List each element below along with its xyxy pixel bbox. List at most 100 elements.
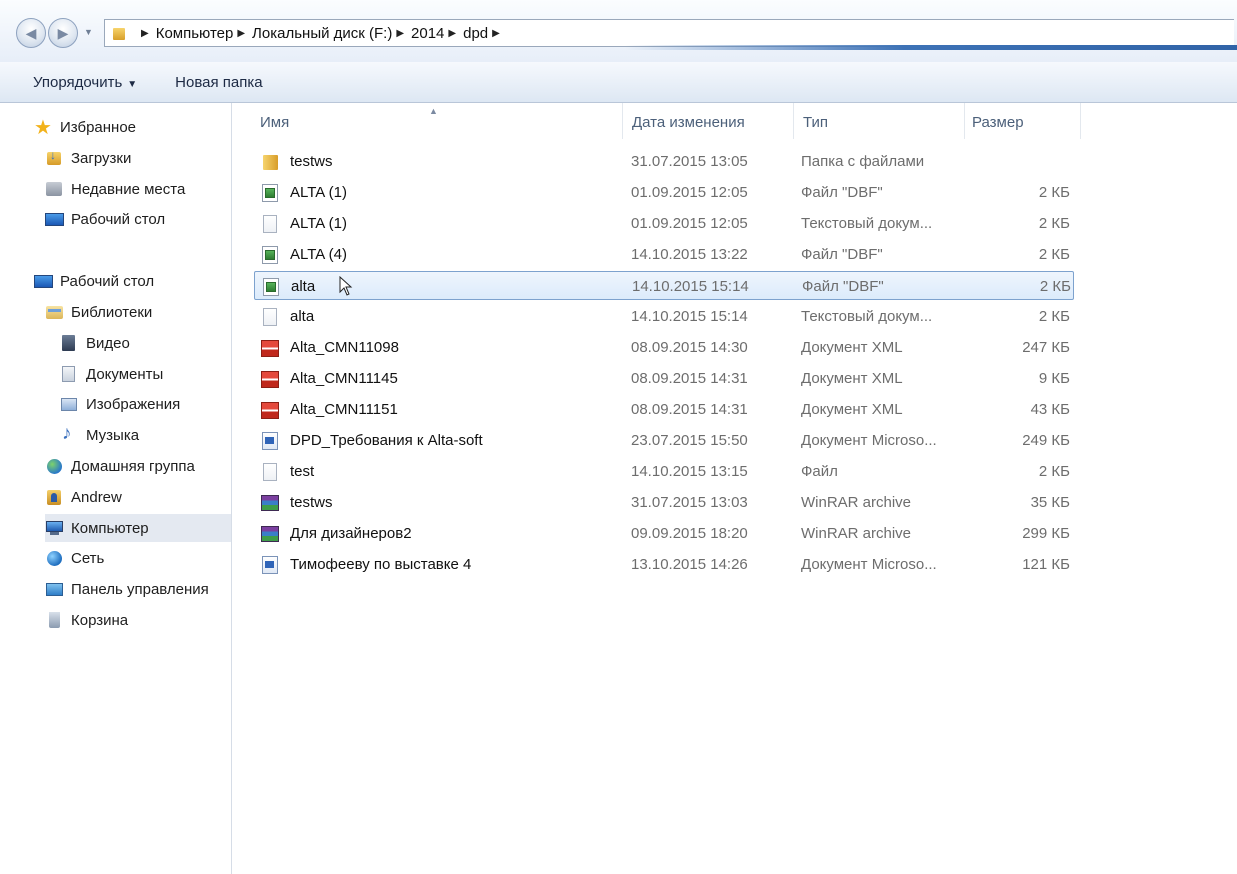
chevron-right-icon[interactable]: ▶: [448, 28, 456, 39]
nav-item-libraries[interactable]: Библиотеки: [45, 298, 152, 326]
nav-item-control-panel[interactable]: Панель управления: [45, 575, 209, 603]
folder-icon: [113, 26, 131, 40]
file-list: Имя ▲ Дата изменения Тип Размер testws 3…: [233, 103, 1237, 874]
nav-item-desktop[interactable]: Рабочий стол: [34, 267, 154, 295]
file-row[interactable]: ALTA (4) 14.10.2015 13:22 Файл "DBF" 2 К…: [254, 240, 1074, 269]
desktop-icon: [34, 272, 54, 290]
breadcrumb-local-disk[interactable]: Локальный диск (F:): [252, 25, 392, 42]
nav-item-label: Изображения: [86, 395, 181, 413]
xml-file-icon: [260, 369, 280, 389]
downloads-folder-icon: [45, 148, 65, 167]
file-row-selected[interactable]: alta 14.10.2015 15:14 Файл "DBF" 2 КБ: [254, 271, 1074, 300]
file-row[interactable]: DPD_Требования к Alta-soft 23.07.2015 15…: [254, 426, 1074, 455]
dbf-file-icon: [260, 245, 280, 265]
new-folder-button[interactable]: Новая папка: [171, 74, 266, 91]
file-type: Документ XML: [801, 401, 903, 418]
chevron-right-icon[interactable]: ▶: [492, 28, 500, 39]
file-type: Текстовый докум...: [801, 308, 933, 325]
nav-item-images[interactable]: Изображения: [60, 390, 180, 418]
back-button[interactable]: ◀: [16, 18, 46, 48]
file-date: 01.09.2015 12:05: [631, 184, 748, 201]
file-name: alta: [290, 308, 315, 325]
file-name: alta: [291, 278, 316, 295]
file-name-cell: alta: [261, 272, 315, 301]
file-name: ALTA (4): [290, 246, 347, 263]
file-row[interactable]: testws 31.07.2015 13:05 Папка с файлами: [254, 147, 1074, 176]
file-row[interactable]: Для дизайнеров2 09.09.2015 18:20 WinRAR …: [254, 519, 1074, 548]
file-row[interactable]: test 14.10.2015 13:15 Файл 2 КБ: [254, 457, 1074, 486]
organize-button[interactable]: Упорядочить ▼: [29, 74, 141, 91]
nav-item-andrew[interactable]: Andrew: [45, 483, 122, 511]
rar-archive-icon: [260, 524, 280, 544]
file-type: Документ XML: [801, 370, 903, 387]
recent-places-icon: [45, 180, 65, 198]
file-name-cell: alta: [260, 302, 314, 331]
file-name-cell: Alta_CMN11145: [260, 364, 398, 393]
xml-file-icon: [260, 400, 280, 420]
navigation-pane: Избранное Загрузки Недавние места Рабочи…: [0, 103, 232, 874]
nav-item-network[interactable]: Сеть: [45, 544, 104, 572]
file-row[interactable]: testws 31.07.2015 13:03 WinRAR archive 3…: [254, 488, 1074, 517]
column-header-type[interactable]: Тип: [794, 103, 964, 141]
file-name-cell: testws: [260, 147, 333, 176]
chevron-right-icon[interactable]: ▶: [237, 28, 245, 39]
recent-pages-dropdown[interactable]: ▼: [84, 27, 94, 37]
breadcrumb-dpd[interactable]: dpd: [463, 25, 488, 42]
column-header-size[interactable]: Размер: [965, 103, 1080, 141]
nav-item-desktop-favorite[interactable]: Рабочий стол: [45, 205, 165, 233]
nav-item-video[interactable]: Видео: [60, 329, 130, 357]
column-header-date[interactable]: Дата изменения: [623, 103, 793, 141]
file-size: 43 КБ: [1030, 401, 1070, 418]
address-bar[interactable]: ▶ Компьютер ▶ Локальный диск (F:) ▶ 2014…: [104, 19, 1237, 50]
organize-label: Упорядочить: [33, 73, 123, 91]
file-name-cell: Для дизайнеров2: [260, 519, 412, 548]
file-row[interactable]: ALTA (1) 01.09.2015 12:05 Текстовый доку…: [254, 209, 1074, 238]
chevron-right-icon[interactable]: ▶: [141, 28, 149, 39]
nav-item-computer[interactable]: Компьютер: [45, 514, 231, 542]
file-row[interactable]: Alta_CMN11151 08.09.2015 14:31 Документ …: [254, 395, 1074, 424]
file-size: 249 КБ: [1022, 432, 1070, 449]
nav-item-favorites[interactable]: Избранное: [34, 113, 136, 141]
file-date: 14.10.2015 15:14: [632, 278, 749, 295]
nav-item-homegroup[interactable]: Домашняя группа: [45, 452, 195, 480]
file-size: 35 КБ: [1030, 494, 1070, 511]
file-row[interactable]: ALTA (1) 01.09.2015 12:05 Файл "DBF" 2 К…: [254, 178, 1074, 207]
forward-button[interactable]: ▶: [48, 18, 78, 48]
file-type: Файл "DBF": [801, 184, 883, 201]
file-date: 31.07.2015 13:05: [631, 153, 748, 170]
breadcrumb-computer[interactable]: Компьютер: [156, 25, 234, 42]
file-row[interactable]: alta 14.10.2015 15:14 Текстовый докум...…: [254, 302, 1074, 331]
nav-item-label: Рабочий стол: [60, 272, 155, 290]
column-header-name[interactable]: Имя ▲: [233, 103, 623, 141]
nav-item-recent-places[interactable]: Недавние места: [45, 175, 185, 203]
text-file-icon: [260, 214, 280, 234]
nav-item-recycle-bin[interactable]: Корзина: [45, 606, 128, 634]
nav-item-music[interactable]: Музыка: [60, 421, 139, 449]
file-name: Для дизайнеров2: [290, 525, 412, 542]
file-size: 2 КБ: [1038, 184, 1070, 201]
file-row[interactable]: Alta_CMN11098 08.09.2015 14:30 Документ …: [254, 333, 1074, 362]
file-name: ALTA (1): [290, 184, 347, 201]
file-type: Папка с файлами: [801, 153, 925, 170]
file-name-cell: test: [260, 457, 314, 486]
mouse-cursor-icon: [339, 276, 353, 296]
file-name-cell: DPD_Требования к Alta-soft: [260, 426, 483, 455]
nav-item-label: Избранное: [60, 118, 137, 136]
file-size: 2 КБ: [1038, 308, 1070, 325]
computer-icon: [45, 519, 65, 537]
file-row[interactable]: Alta_CMN11145 08.09.2015 14:31 Документ …: [254, 364, 1074, 393]
file-name-cell: Alta_CMN11151: [260, 395, 398, 424]
file-name: testws: [290, 494, 333, 511]
file-name: Alta_CMN11151: [290, 401, 398, 418]
user-folder-icon: [45, 488, 65, 506]
nav-item-label: Библиотеки: [71, 303, 153, 321]
chevron-right-icon[interactable]: ▶: [396, 28, 404, 39]
breadcrumb-2014[interactable]: 2014: [411, 25, 444, 42]
nav-item-documents[interactable]: Документы: [60, 360, 163, 388]
column-divider[interactable]: [1080, 103, 1081, 139]
music-icon: [60, 423, 80, 445]
file-row[interactable]: Тимофееву по выставке 4 13.10.2015 14:26…: [254, 550, 1074, 579]
nav-item-downloads[interactable]: Загрузки: [45, 144, 131, 172]
libraries-icon: [45, 303, 65, 321]
file-type: WinRAR archive: [801, 525, 912, 542]
